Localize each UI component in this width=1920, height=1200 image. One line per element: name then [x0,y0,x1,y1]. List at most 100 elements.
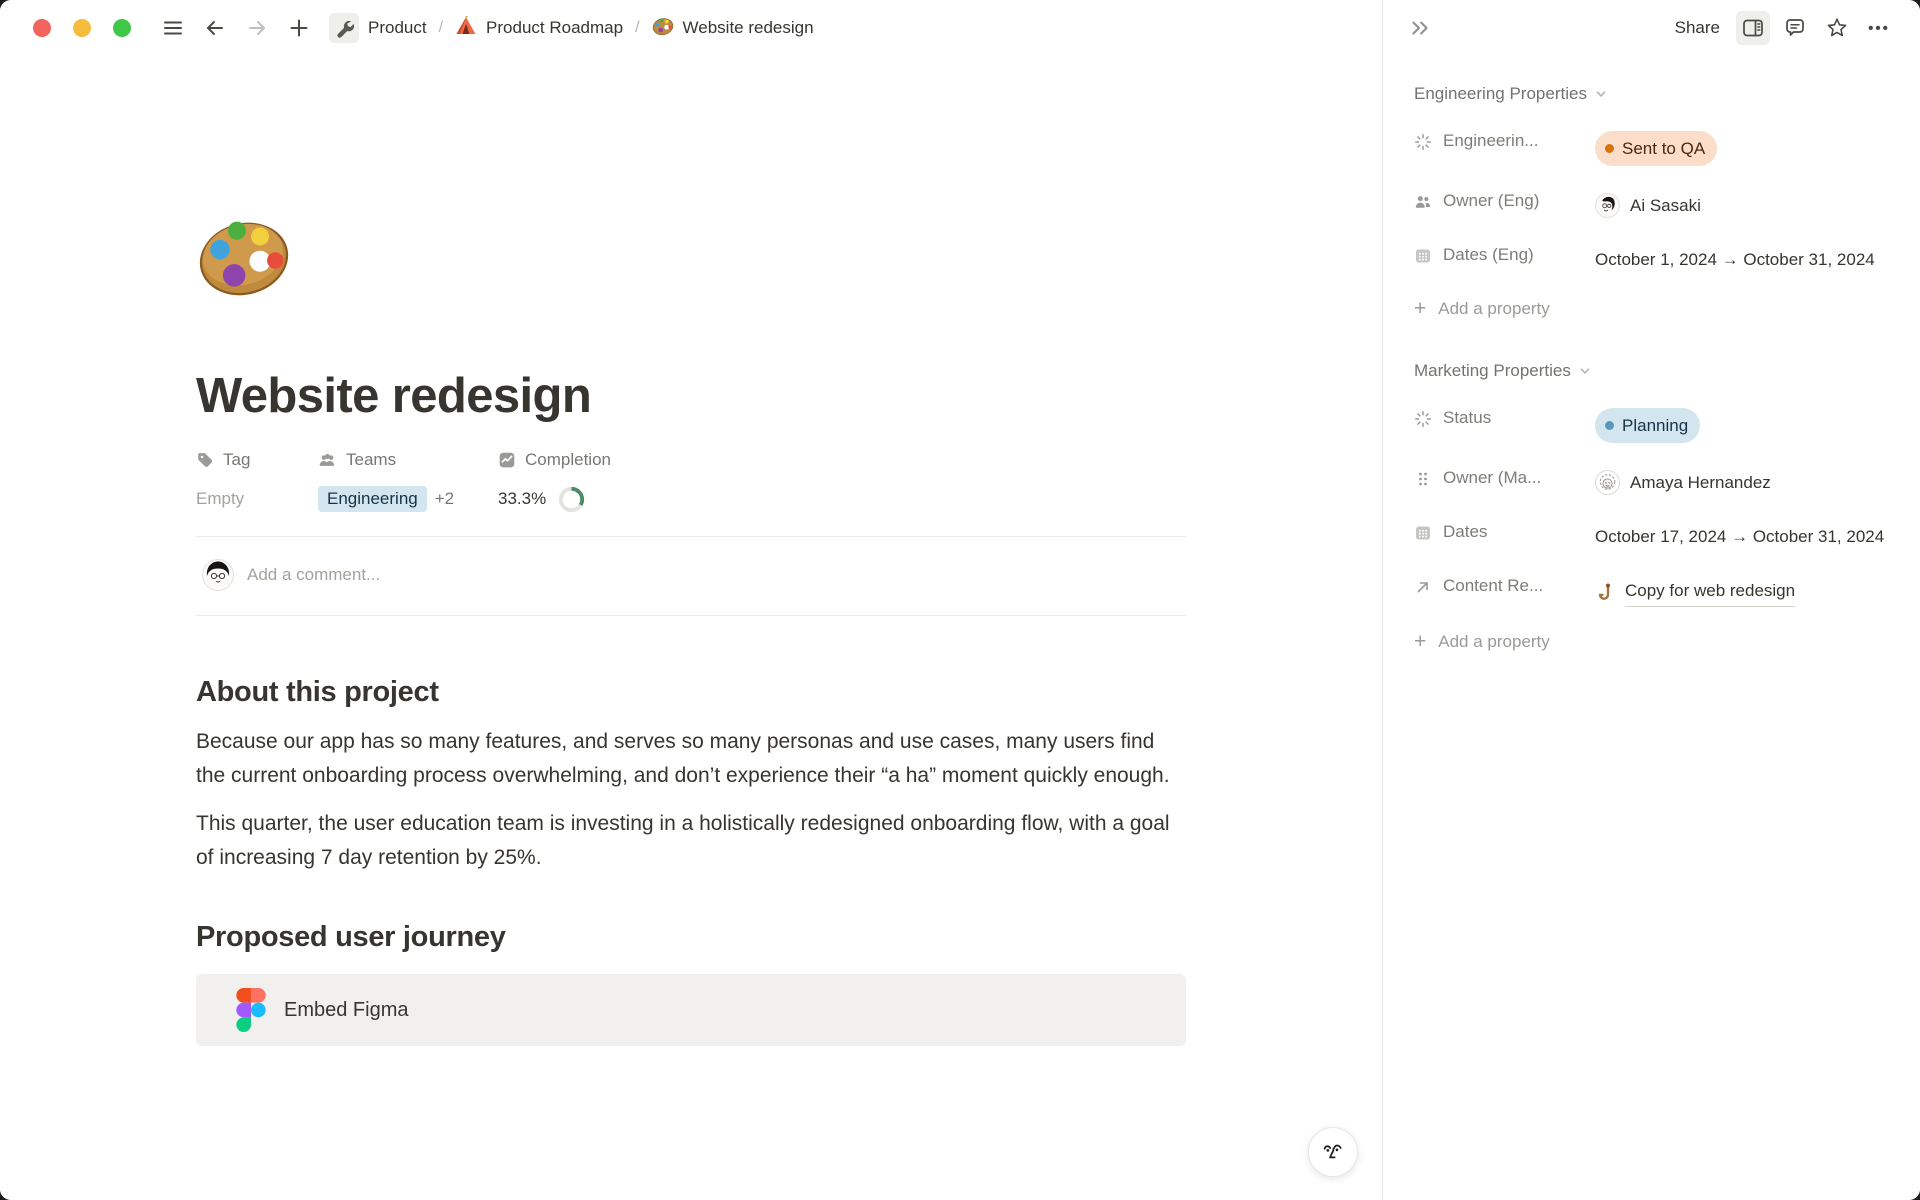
plus-icon: + [1414,631,1426,652]
relation-link[interactable]: Copy for web redesign [1625,576,1795,607]
chevron-down-icon [1577,363,1593,379]
property-label[interactable]: Engineerin... [1443,126,1595,151]
palette-icon [652,15,674,42]
property-value[interactable]: Copy for web redesign [1595,571,1892,607]
team-pill-engineering[interactable]: Engineering [318,486,427,512]
breadcrumb-item-product[interactable]: Product [323,10,433,46]
tag-property-value[interactable]: Empty [196,484,318,514]
property-label[interactable]: Status [1443,403,1595,428]
chevron-down-icon [1593,86,1609,102]
property-label[interactable]: Owner (Eng) [1443,186,1595,211]
avatar-amaya-hernandez [1595,470,1620,495]
notion-ai-button[interactable] [1308,1127,1358,1177]
engineering-properties-header[interactable]: Engineering Properties [1414,84,1892,104]
calendar-icon [1414,524,1432,542]
comments-button[interactable] [1778,11,1812,45]
embed-figma-block[interactable]: Embed Figma [196,974,1186,1046]
side-panel: Share ••• Engineering Properties [1382,0,1920,1200]
status-burst-icon [1414,410,1432,428]
more-options-button[interactable]: ••• [1862,11,1896,45]
property-label[interactable]: Dates (Eng) [1443,240,1595,265]
teams-property-label[interactable]: Teams [318,450,498,470]
page-icon-palette[interactable] [196,208,292,304]
tag-property-label[interactable]: Tag [196,450,318,470]
back-button[interactable] [199,12,231,44]
breadcrumb-label: Website redesign [683,18,814,38]
collapse-panel-button[interactable] [1403,11,1437,45]
avatar-ai-sasaki [1595,193,1620,218]
tent-icon [455,15,477,42]
breadcrumb-item-current-page[interactable]: Website redesign [646,12,820,45]
chart-icon [498,451,516,469]
property-label[interactable]: Dates [1443,517,1595,542]
add-property-button[interactable]: + Add a property [1414,298,1892,319]
status-pill-sent-to-qa[interactable]: Sent to QA [1595,131,1717,166]
status-pill-planning[interactable]: Planning [1595,408,1700,443]
group-marketing-properties: Marketing Properties Status Planning [1414,361,1892,652]
double-chevron-right-icon [1409,17,1431,39]
arrow-left-icon [204,17,226,39]
breadcrumb-separator: / [439,19,443,37]
page-content: Website redesign Tag Empty Teams Engin [196,208,1186,1046]
toggle-side-panel-button[interactable] [1736,11,1770,45]
favorite-button[interactable] [1820,11,1854,45]
property-row-eng-owner: Owner (Eng) Ai Sasaki [1414,186,1892,220]
app-window: Product / Product Roadmap / Website rede… [0,0,1920,1200]
tag-icon [196,451,214,469]
property-value-date-range[interactable]: October 17, 2024 → October 31, 2024 [1595,517,1892,551]
page-title[interactable]: Website redesign [196,368,1186,424]
about-paragraph-2[interactable]: This quarter, the user education team is… [196,807,1186,875]
property-value[interactable]: Ai Sasaki [1595,186,1892,220]
teams-more-count[interactable]: +2 [435,489,454,509]
comment-bubble-icon [1783,16,1807,40]
breadcrumb-item-roadmap[interactable]: Product Roadmap [449,12,629,45]
journey-heading[interactable]: Proposed user journey [196,921,1186,954]
panel-body: Engineering Properties Engineerin... Sen… [1383,56,1920,652]
property-row-eng-status: Engineerin... Sent to QA [1414,126,1892,166]
property-row-content-relation: Content Re... Copy for web redesign [1414,571,1892,607]
arrow-right-icon [246,17,268,39]
calendar-icon [1414,247,1432,265]
comment-row [196,537,1186,615]
main-topbar: Product / Product Roadmap / Website rede… [0,0,1382,56]
embed-figma-label: Embed Figma [284,999,409,1022]
teams-property-value[interactable]: Engineering +2 [318,484,498,514]
forward-button[interactable] [241,12,273,44]
about-paragraph-1[interactable]: Because our app has so many features, an… [196,725,1186,793]
drag-dots-icon [1414,470,1432,488]
zoom-window-button[interactable] [113,19,131,37]
add-property-button[interactable]: + Add a property [1414,631,1892,652]
property-label[interactable]: Content Re... [1443,571,1595,596]
property-value[interactable]: Planning [1595,403,1892,443]
completion-property-label[interactable]: Completion [498,450,611,470]
status-dot [1605,144,1614,153]
close-window-button[interactable] [33,19,51,37]
nav-icons [157,12,315,44]
people-icon [1414,193,1432,211]
property-row-mkt-dates: Dates October 17, 2024 → October 31, 202… [1414,517,1892,551]
ai-face-icon [1319,1138,1347,1166]
new-page-button[interactable] [283,12,315,44]
property-value[interactable]: Sent to QA [1595,126,1892,166]
about-heading[interactable]: About this project [196,676,1186,709]
page-properties-row: Tag Empty Teams Engineering +2 [196,450,1186,514]
sidebar-menu-button[interactable] [157,12,189,44]
status-burst-icon [1414,133,1432,151]
wrench-icon [329,13,359,43]
breadcrumb-separator: / [635,19,639,37]
share-button[interactable]: Share [1667,14,1728,42]
property-row-eng-dates: Dates (Eng) October 1, 2024 → October 31… [1414,240,1892,274]
plus-icon [288,17,310,39]
side-peek-icon [1741,16,1765,40]
property-label[interactable]: Owner (Ma... [1443,463,1595,488]
property-value[interactable]: Amaya Hernandez [1595,463,1892,497]
side-topbar: Share ••• [1383,0,1920,56]
comment-input[interactable] [247,565,1180,585]
property-value-date-range[interactable]: October 1, 2024 → October 31, 2024 [1595,240,1892,274]
property-row-mkt-owner: Owner (Ma... Amaya Hernandez [1414,463,1892,497]
star-icon [1825,16,1849,40]
completion-property-value[interactable]: 33.3% [498,484,611,514]
marketing-properties-header[interactable]: Marketing Properties [1414,361,1892,381]
minimize-window-button[interactable] [73,19,91,37]
avatar-current-user [202,559,234,591]
